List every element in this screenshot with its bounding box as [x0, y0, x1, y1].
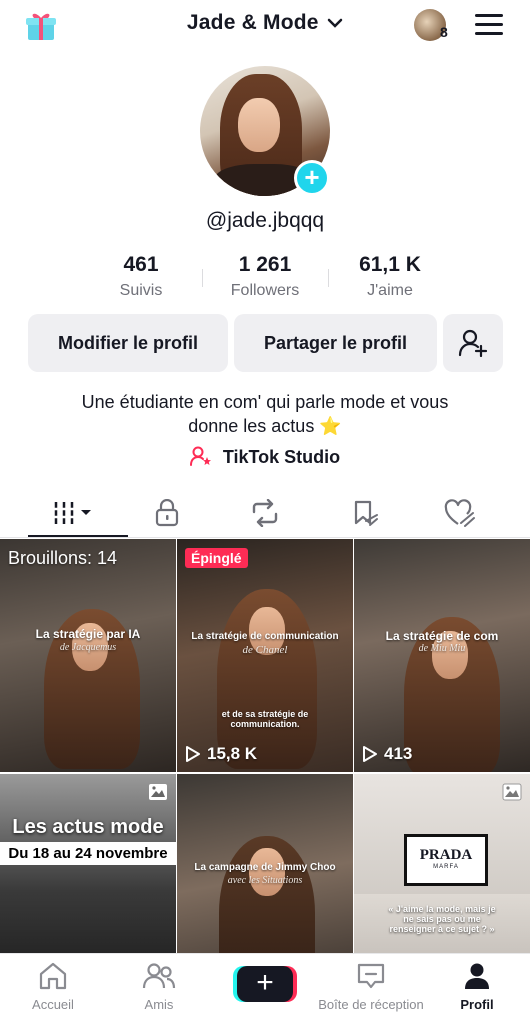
nav-label: Amis — [144, 997, 174, 1012]
view-count: 413 — [362, 744, 412, 764]
tab-liked[interactable] — [443, 498, 477, 528]
stat-label: Followers — [230, 282, 300, 299]
photo-icon — [502, 783, 522, 801]
post-quote: « J'aime la mode, mais je ne sais pas où… — [388, 904, 496, 934]
poster-brand: PRADA — [419, 847, 473, 863]
bio-line: Une étudiante en com' qui parle mode et … — [81, 392, 449, 412]
studio-person-icon — [189, 446, 211, 467]
tab-reposts[interactable] — [248, 498, 282, 528]
bottom-navigation: Accueil Amis + Boîte de réception Profil — [0, 953, 530, 1024]
post-headline: Les actus mode — [12, 816, 164, 838]
tab-favorites[interactable] — [348, 498, 382, 528]
stat-followers[interactable]: 1 261 Followers — [195, 253, 335, 300]
play-icon — [186, 746, 200, 762]
tiktok-studio-link[interactable]: TikTok Studio — [0, 446, 530, 468]
nav-home[interactable]: Accueil — [0, 962, 106, 1012]
video-caption: et de sa stratégie de communication. — [221, 709, 309, 729]
top-bar: Jade & Mode 8 — [0, 0, 530, 52]
post-date-band: Du 18 au 24 novembre — [0, 842, 176, 865]
nav-friends[interactable]: Amis — [106, 962, 212, 1012]
photo-post[interactable]: Les actus mode Du 18 au 24 novembre — [0, 774, 176, 953]
play-icon — [363, 746, 377, 762]
photo-icon — [149, 784, 167, 800]
nav-label: Profil — [460, 997, 494, 1012]
stat-likes[interactable]: 61,1 K J'aime — [320, 253, 460, 300]
inbox-icon — [357, 963, 385, 989]
tab-videos[interactable] — [52, 498, 96, 528]
chevron-down-icon[interactable] — [327, 17, 343, 29]
video-title: La stratégie par IA — [35, 627, 141, 641]
video-title: La stratégie de com — [385, 629, 499, 643]
video-pinned[interactable]: Épinglé La stratégie de communication de… — [177, 539, 353, 772]
active-tab-indicator — [28, 535, 128, 537]
video-item[interactable]: La campagne de Jimmy Choo avec les Situa… — [177, 774, 353, 953]
poster-frame: PRADA MARFA — [404, 834, 488, 886]
view-count-value: 413 — [384, 744, 413, 763]
profile-icon — [465, 963, 489, 989]
add-story-icon[interactable]: + — [294, 160, 330, 196]
bio-line: donne les actus ⭐ — [188, 416, 342, 436]
stat-label: Suivis — [119, 282, 163, 299]
edit-profile-button[interactable]: Modifier le profil — [28, 314, 228, 372]
heart-hidden-icon — [444, 499, 475, 527]
stat-value: 461 — [123, 253, 159, 276]
stat-label: J'aime — [367, 282, 413, 299]
nav-label: Accueil — [32, 997, 74, 1012]
username: @jade.jbqqq — [205, 209, 325, 232]
video-subtitle: de Chanel — [242, 644, 288, 656]
plus-icon: + — [241, 966, 289, 1002]
menu-icon[interactable] — [475, 14, 503, 36]
video-grid: Brouillons: 14 La stratégie par IA de Ja… — [0, 539, 530, 953]
lock-icon — [155, 499, 179, 527]
photo-post[interactable]: PRADA MARFA « J'aime la mode, mais je ne… — [354, 774, 530, 953]
studio-label: TikTok Studio — [222, 447, 341, 467]
tab-private[interactable] — [150, 498, 184, 528]
home-icon — [39, 962, 67, 990]
nav-inbox[interactable]: Boîte de réception — [318, 962, 424, 1012]
bookmark-icon — [354, 500, 378, 526]
view-count-value: 15,8 K — [207, 744, 258, 763]
video-item[interactable]: La stratégie de com de Miu Miu 413 — [354, 539, 530, 772]
video-subtitle: de Jacquemus — [59, 642, 117, 653]
grid-videos-icon — [53, 502, 91, 524]
nav-profile[interactable]: Profil — [424, 962, 530, 1012]
poster-subtitle: MARFA — [433, 864, 459, 870]
nav-label: Boîte de réception — [318, 997, 424, 1012]
video-subtitle: avec les Situations — [227, 875, 303, 886]
video-drafts[interactable]: Brouillons: 14 La stratégie par IA de Ja… — [0, 539, 176, 772]
pinned-badge: Épinglé — [185, 548, 248, 568]
add-friend-button[interactable] — [443, 314, 503, 372]
add-user-icon — [458, 329, 488, 357]
create-button[interactable]: + — [237, 966, 293, 1002]
stat-value: 1 261 — [238, 253, 292, 276]
story-count: 8 — [440, 24, 448, 40]
video-title: La campagne de Jimmy Choo — [194, 862, 336, 873]
content-tabs — [0, 490, 530, 538]
friends-icon — [142, 963, 176, 989]
video-subtitle: de Miu Miu — [418, 643, 466, 654]
stat-following[interactable]: 461 Suivis — [71, 253, 211, 300]
account-name[interactable]: Jade & Mode — [187, 11, 319, 34]
profile-bio: Une étudiante en com' qui parle mode et … — [0, 390, 530, 438]
view-count: 15,8 K — [185, 744, 257, 764]
stat-value: 61,1 K — [359, 253, 421, 276]
drafts-label: Brouillons: 14 — [8, 548, 118, 568]
repost-icon — [252, 499, 278, 527]
video-title: La stratégie de communication — [191, 631, 339, 642]
share-profile-button[interactable]: Partager le profil — [234, 314, 437, 372]
